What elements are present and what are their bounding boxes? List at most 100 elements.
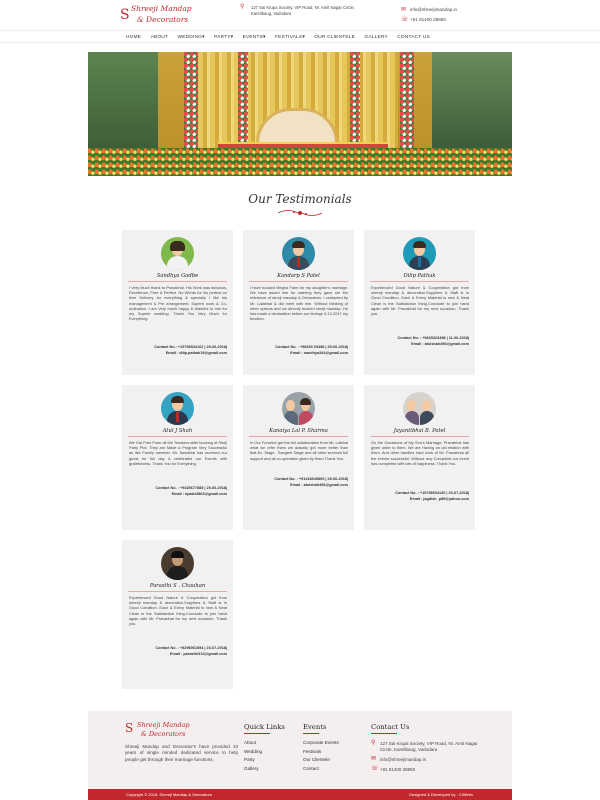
testimonial-contact: Contact No. : +9825323498 | 11-06-2018| — [397, 336, 469, 340]
site-footer: S Shreeji Mandap & Decorators Shreeji Ma… — [88, 711, 512, 789]
nav-item-home[interactable]: HOME — [126, 35, 146, 40]
testimonial-meta: Contact No. : +9425677885 | 29-06-2018| … — [155, 486, 227, 497]
envelope-icon: ✉ — [371, 756, 377, 762]
footer-logo-line-2: & Decorators — [141, 730, 186, 738]
avatar — [161, 392, 194, 425]
testimonial-meta: Contact No. : +98253 03498 | 29-06-2018|… — [275, 345, 348, 356]
phone-icon: ☏ — [371, 766, 379, 772]
location-pin-icon: ⚲ — [371, 740, 376, 746]
header-email[interactable]: info@shreejimandap.in — [410, 5, 457, 15]
testimonial-meta: Contact No. : +9825323498 | 11-06-2018| … — [398, 336, 469, 347]
logo-line-1: Shreeji Mandap — [131, 4, 192, 13]
testimonial-email: Email : atulshah496@gmail.com — [290, 482, 348, 487]
avatar — [161, 547, 194, 580]
footer-logo-line-1: Shreeji Mandap — [137, 721, 190, 729]
footer-events-links: Corporate Events Festivals Our Clientele… — [303, 739, 339, 773]
testimonial-email: Email : sandhya344@gmail.com — [290, 350, 348, 355]
footer-events-title: Events — [303, 723, 327, 731]
testimonial-email: Email : atulshah496@gmail.com — [411, 341, 469, 346]
header-address: ⚲ 127 Sai Krupa Society, VIP Road, Nr. A… — [240, 4, 372, 16]
nav-item-festivals[interactable]: FESTIVALS▾ — [270, 35, 309, 40]
location-pin-icon: ⚲ — [240, 4, 245, 10]
footer-quick-links: About Wedding Party Gallery — [244, 739, 262, 773]
footer-address: ⚲ 127 Sai Krupa Society, VIP Road, Nr. A… — [371, 740, 491, 753]
header-phone[interactable]: +91 81400 28850 — [410, 15, 446, 25]
nav-item-contact[interactable]: CONTACT US — [393, 35, 435, 40]
testimonial-text: On the Occasions of My Son's Marriage, P… — [371, 440, 469, 466]
avatar — [282, 237, 315, 270]
divider — [370, 436, 469, 437]
divider — [371, 733, 397, 734]
footer-link-wedding[interactable]: Wedding — [244, 748, 262, 757]
brand-logo[interactable]: S Shreeji Mandap & Decorators — [120, 3, 192, 27]
logo-line-2: & Decorators — [137, 15, 189, 24]
phone-icon: ☏ — [401, 17, 409, 23]
footer-logo[interactable]: S Shreeji Mandap & Decorators — [125, 721, 190, 743]
testimonial-email: Email : parasthi313@gmail.com — [169, 651, 227, 656]
testimonial-email: Email : dilip.pathak19@gmail.com — [165, 350, 227, 355]
footer-phone[interactable]: +91 81400 28850 — [380, 767, 415, 773]
footer-description: Shreeji Mandap and Decorator's have prov… — [125, 744, 238, 762]
testimonial-name: Atul J Shah — [162, 428, 193, 434]
divider — [128, 436, 227, 437]
testimonials-title: Our Testimonials — [248, 192, 352, 206]
logo-mark: S — [120, 7, 130, 23]
nav-item-clientele[interactable]: OUR CLIENTELE — [310, 35, 360, 40]
testimonial-text: Experienced Good Nature & Cooperation go… — [129, 595, 227, 627]
avatar — [282, 392, 315, 425]
testimonial-meta: Contact No.: +15708534102 | 29-06-2018| … — [154, 345, 227, 356]
footer-link-clientele[interactable]: Our Clientele — [303, 756, 339, 765]
header-address-text: 127 Sai Krupa Society, VIP Road, Nr. Ami… — [251, 5, 355, 16]
testimonial-card: Atul J Shah We Got Free From all the Ten… — [122, 385, 233, 530]
nav-item-about[interactable]: ABOUT — [146, 35, 173, 40]
footer-email-row: ✉ info@shreejimandap.in — [371, 756, 426, 763]
divider — [249, 436, 348, 437]
testimonial-text: I have booked Megha Farm for my daughter… — [250, 285, 348, 322]
divider — [249, 281, 348, 282]
testimonial-email: Email : jagdish_p89@yahoo.com — [409, 496, 469, 501]
testimonial-text: In Our Function get the full collaborati… — [250, 440, 348, 461]
footer-phone-row: ☏ +91 81400 28850 — [371, 766, 415, 773]
testimonial-meta: Contact No. : +91418649869 | 29-06-2018|… — [274, 477, 348, 488]
testimonial-name: Dilip Pathak — [403, 273, 436, 279]
testimonial-contact: Contact No. : +98253 03498 | 29-06-2018| — [275, 345, 348, 349]
testimonial-contact: Contact No. : +9425677885 | 29-06-2018| — [155, 486, 227, 490]
site-header: S Shreeji Mandap & Decorators ⚲ 127 Sai … — [0, 0, 600, 30]
testimonial-text: Experienced Good Nature & Cooperation go… — [371, 285, 469, 317]
footer-contact-title: Contact Us — [371, 723, 410, 731]
footer-email[interactable]: info@shreejimandap.in — [380, 757, 426, 763]
testimonial-card: Parasthi S . Chauhan Experienced Good Na… — [122, 540, 233, 689]
footer-link-party[interactable]: Party — [244, 756, 262, 765]
nav-item-wedding[interactable]: WEDDING▾ — [173, 35, 210, 40]
testimonial-meta: Contact No. : +15708534130 | 23-07-2018|… — [395, 491, 469, 502]
testimonial-text: We Got Free From all the Tensions after … — [129, 440, 227, 466]
testimonial-email: Email : kpatel2863@gmail.com — [171, 491, 227, 496]
testimonial-contact: Contact No. : +8296961694 | 23-07-2018| — [155, 646, 227, 650]
testimonial-text: I Very Much thank to Pravabhai. His Work… — [129, 285, 227, 322]
divider — [303, 733, 319, 734]
main-navigation: HOME ABOUT WEDDING▾ PARTY▾ EVENTS▾ FESTI… — [0, 30, 600, 43]
testimonial-card: Jayantibhai B. Patel On the Occasions of… — [364, 385, 475, 530]
avatar — [403, 392, 436, 425]
testimonial-name: Sandhya Godbe — [156, 273, 199, 279]
testimonial-card: Sandhya Godbe I Very Much thank to Prava… — [122, 230, 233, 375]
copyright-bar: Copyright © 2018, Shreeji Mandap & Decor… — [88, 789, 512, 800]
footer-link-festivals[interactable]: Festivals — [303, 748, 339, 757]
footer-link-corporate-events[interactable]: Corporate Events — [303, 739, 339, 748]
nav-item-events[interactable]: EVENTS▾ — [238, 35, 270, 40]
hero-banner-image — [88, 52, 512, 176]
title-ornament-icon — [277, 210, 323, 216]
footer-link-gallery[interactable]: Gallery — [244, 765, 262, 774]
divider — [128, 281, 227, 282]
testimonial-name: Kanaiya Lal P. Sharma — [269, 428, 328, 434]
nav-item-party[interactable]: PARTY▾ — [209, 35, 238, 40]
designer-credit[interactable]: Designed & Developed by : CIWebs — [409, 792, 473, 797]
divider — [244, 733, 270, 734]
footer-link-contact[interactable]: Contact — [303, 765, 339, 774]
nav-item-gallery[interactable]: GALLERY — [360, 35, 393, 40]
testimonial-contact: Contact No. : +91418649869 | 29-06-2018| — [274, 477, 348, 481]
avatar — [161, 237, 194, 270]
footer-quick-links-title: Quick Links — [244, 723, 285, 731]
footer-link-about[interactable]: About — [244, 739, 262, 748]
divider — [370, 281, 469, 282]
